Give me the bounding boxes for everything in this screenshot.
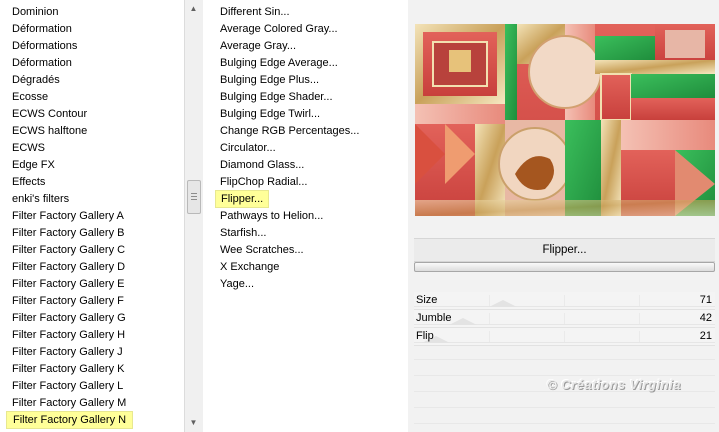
scroll-down-arrow-icon[interactable]: ▼ <box>187 416 200 430</box>
slider-tick <box>489 331 490 342</box>
parameter-name: Flip <box>416 330 434 342</box>
slider-tick <box>639 313 640 324</box>
category-item[interactable]: Filter Factory Gallery A <box>6 208 130 224</box>
category-item[interactable]: Filter Factory Gallery C <box>6 242 131 258</box>
category-item[interactable]: Déformation <box>6 55 78 71</box>
category-item[interactable]: Dégradés <box>6 72 66 88</box>
slider-track <box>414 306 715 307</box>
filter-item[interactable]: X Exchange <box>215 259 284 275</box>
category-item[interactable]: Filter Factory Gallery D <box>6 259 131 275</box>
category-item[interactable]: Filter Factory Gallery N <box>6 411 134 429</box>
slider-tick <box>564 313 565 324</box>
preview-collage-graphic <box>415 24 715 216</box>
category-item[interactable]: Filter Factory Gallery B <box>6 225 130 241</box>
grip-line <box>191 199 197 200</box>
filter-name-button[interactable]: Flipper... <box>414 238 715 262</box>
slider-tick <box>639 295 640 306</box>
scroll-up-arrow-icon[interactable]: ▲ <box>187 2 200 16</box>
filter-item[interactable]: Yage... <box>215 276 259 292</box>
category-item[interactable]: Filter Factory Gallery M <box>6 395 132 411</box>
category-item[interactable]: Déformations <box>6 38 83 54</box>
filter-item[interactable]: Diamond Glass... <box>215 157 309 173</box>
category-item[interactable]: ECWS halftone <box>6 123 93 139</box>
empty-parameter-row <box>414 392 715 408</box>
filter-item[interactable]: Starfish... <box>215 225 271 241</box>
slider-tick <box>564 295 565 306</box>
filter-item[interactable]: Average Colored Gray... <box>215 21 343 37</box>
filter-item[interactable]: Average Gray... <box>215 38 301 54</box>
empty-parameter-row <box>414 344 715 360</box>
category-item[interactable]: Filter Factory Gallery J <box>6 344 129 360</box>
slider-tick <box>564 331 565 342</box>
category-item[interactable]: Filter Factory Gallery K <box>6 361 130 377</box>
filter-item[interactable]: Flipper... <box>215 190 270 208</box>
slider-tick <box>489 313 490 324</box>
category-item[interactable]: Déformation <box>6 21 78 37</box>
filter-item[interactable]: Bulging Edge Shader... <box>215 89 338 105</box>
category-item[interactable]: Edge FX <box>6 157 61 173</box>
filter-item[interactable]: Bulging Edge Plus... <box>215 72 324 88</box>
scrollbar-thumb[interactable] <box>187 180 201 214</box>
parameter-slider-jumble[interactable]: Jumble 42 <box>414 310 715 328</box>
parameter-value: 42 <box>699 312 712 324</box>
filter-item[interactable]: Bulging Edge Average... <box>215 55 343 71</box>
category-item[interactable]: Effects <box>6 174 51 190</box>
category-item[interactable]: Filter Factory Gallery G <box>6 310 132 326</box>
parameter-name: Jumble <box>416 312 452 324</box>
settings-pane: Flipper... Size 71 Jumble 42 Flip 21 © Créati… <box>409 0 719 432</box>
filter-item[interactable]: Pathways to Helion... <box>215 208 328 224</box>
parameter-value: 21 <box>699 330 712 342</box>
filter-item[interactable]: Change RGB Percentages... <box>215 123 364 139</box>
category-item[interactable]: ECWS <box>6 140 51 156</box>
category-item[interactable]: Filter Factory Gallery H <box>6 327 131 343</box>
category-list-pane: Dominion Déformation Déformations Déformati… <box>0 0 184 432</box>
filter-item[interactable]: Bulging Edge Twirl... <box>215 106 325 122</box>
parameter-slider-size[interactable]: Size 71 <box>414 292 715 310</box>
slider-thumb[interactable] <box>489 300 517 307</box>
empty-parameter-row <box>414 408 715 424</box>
category-item[interactable]: enki's filters <box>6 191 75 207</box>
watermark: © Créations Virginia <box>547 377 681 392</box>
slider-track <box>414 342 715 343</box>
filter-item[interactable]: Wee Scratches... <box>215 242 309 258</box>
category-item[interactable]: ECWS Contour <box>6 106 93 122</box>
category-item[interactable]: Filter Factory Gallery F <box>6 293 130 309</box>
slider-tick <box>639 331 640 342</box>
category-scrollbar[interactable]: ▲ ▼ <box>184 0 204 432</box>
category-item[interactable]: Filter Factory Gallery E <box>6 276 130 292</box>
category-item[interactable]: Filter Factory Gallery L <box>6 378 129 394</box>
preview-image <box>415 24 715 216</box>
filter-item[interactable]: Different Sin... <box>215 4 295 20</box>
slider-thumb[interactable] <box>449 318 477 325</box>
grip-line <box>191 193 197 194</box>
filter-item[interactable]: Circulator... <box>215 140 281 156</box>
empty-parameter-row <box>414 360 715 376</box>
filter-item[interactable]: FlipChop Radial... <box>215 174 312 190</box>
category-item[interactable]: Ecosse <box>6 89 54 105</box>
category-item[interactable]: Dominion <box>6 4 64 20</box>
grip-line <box>191 196 197 197</box>
filter-list-pane: Different Sin... Average Colored Gray... A… <box>203 0 408 432</box>
progress-bar <box>414 262 715 272</box>
parameter-value: 71 <box>699 294 712 306</box>
parameter-name: Size <box>416 294 438 306</box>
